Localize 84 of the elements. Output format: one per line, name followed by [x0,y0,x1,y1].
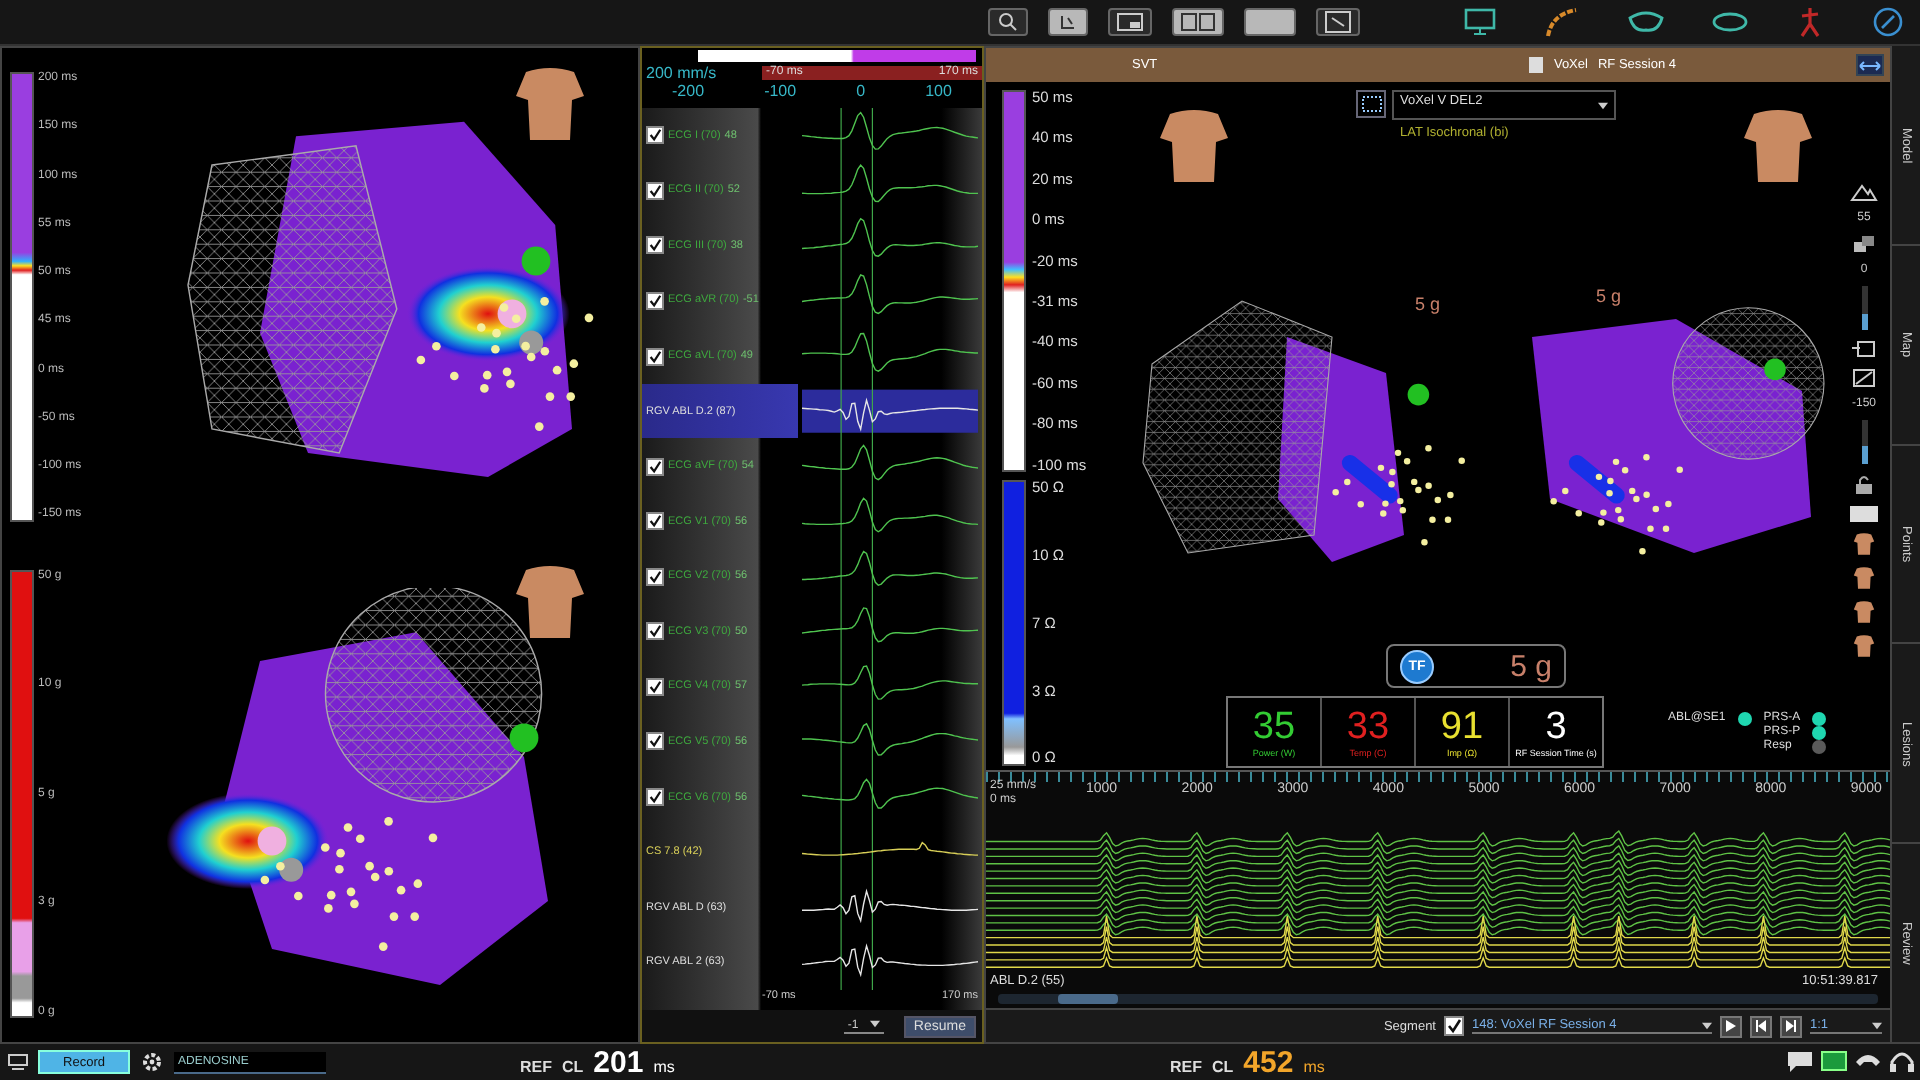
metric-value: 35 [1252,707,1296,747]
monitor-icon[interactable] [1820,1050,1848,1074]
checkbox[interactable] [646,732,664,751]
toolbar-button[interactable] [1108,8,1152,36]
toolbar-button[interactable] [1316,8,1360,36]
compass-icon[interactable] [1872,6,1904,38]
step-back-button[interactable] [1750,1015,1772,1037]
settings-icon[interactable] [140,1050,164,1074]
cycle-length-value: 201 [593,1045,644,1079]
tick-label: 100 [925,82,952,100]
expand-button[interactable] [1856,54,1884,76]
torso-icon[interactable] [1852,600,1876,624]
scroll-thumb[interactable] [1058,994,1118,1004]
ref-label: REF [520,1057,552,1075]
toolbar-button[interactable] [1048,8,1088,36]
play-button[interactable] [1720,1015,1742,1037]
caret-icon [1872,1021,1882,1029]
layers-icon[interactable] [1852,234,1876,254]
checkbox[interactable] [646,788,664,807]
mountain-icon[interactable] [1850,182,1878,202]
tick-label: -200 [672,82,705,100]
document-icon [1527,56,1544,74]
checkbox[interactable] [646,126,664,145]
tick-label: -100 [764,82,797,100]
window-bar[interactable] [698,50,976,62]
ref-label: REF [1170,1057,1202,1075]
checkbox[interactable] [646,622,664,641]
tick-label: 0 [856,82,866,100]
caret-icon [869,1019,880,1027]
torso-icon[interactable] [1852,532,1876,556]
step-forward-icon [1786,1020,1796,1032]
toolbar-button[interactable] [1172,8,1224,36]
checkbox[interactable] [646,512,664,531]
headset-icon[interactable] [1888,1050,1916,1074]
checkbox[interactable] [646,181,664,200]
arrows-icon [1858,59,1882,71]
torso-icon[interactable] [1852,634,1876,658]
catheter-icon[interactable] [1544,6,1580,38]
checkbox[interactable] [646,347,664,366]
sweep-speed: 200 mm/s [644,63,719,81]
monitor-icon[interactable] [8,1054,28,1070]
unit-label: ms [1303,1057,1325,1075]
step-forward-button[interactable] [1780,1015,1802,1037]
monitor-icon[interactable] [1464,8,1496,36]
force-label: 5 g [1596,286,1622,306]
play-icon [1726,1020,1736,1032]
chat-icon[interactable] [1786,1050,1814,1074]
lock-icon[interactable] [1854,474,1874,496]
torso-icon [510,561,590,641]
organ-icon[interactable] [1712,10,1748,34]
cycle-length-value: 452 [1243,1045,1294,1079]
magnifier-icon [996,12,1020,32]
figure-icon[interactable] [1796,6,1824,38]
crop-icon[interactable] [1852,368,1876,388]
checkbox[interactable] [646,677,664,696]
vertical-slider[interactable] [1861,420,1867,464]
mask-icon[interactable] [1628,10,1664,34]
vertical-slider[interactable] [1861,286,1867,330]
step-back-icon [1756,1020,1766,1032]
metric-value: 3 [1545,707,1567,747]
view-button[interactable] [1356,90,1386,118]
caret-icon [1702,1021,1712,1029]
frame-icon [1361,96,1381,112]
toolbar-button[interactable] [988,8,1028,36]
force-label: 5 g [1414,294,1440,314]
checkbox[interactable] [646,567,664,586]
metric-value: 91 [1440,707,1484,747]
metric-value: 33 [1346,707,1390,747]
cl-label: CL [562,1057,584,1075]
window-icon [1116,12,1144,32]
caret-icon [1598,101,1608,109]
torso-icon[interactable] [1852,566,1876,590]
torso-icon [510,64,590,144]
unit-label: ms [653,1057,675,1075]
double-window-icon [1180,12,1216,32]
checkbox[interactable] [646,291,664,310]
screen-icon [1324,10,1352,34]
checkbox[interactable] [1444,1016,1464,1036]
checkbox[interactable] [646,457,664,476]
checkbox[interactable] [646,236,664,255]
figure-icon [1056,12,1080,32]
tag-icon[interactable] [1852,340,1876,358]
cl-label: CL [1212,1057,1234,1075]
force-value: 5 g [1510,649,1552,683]
